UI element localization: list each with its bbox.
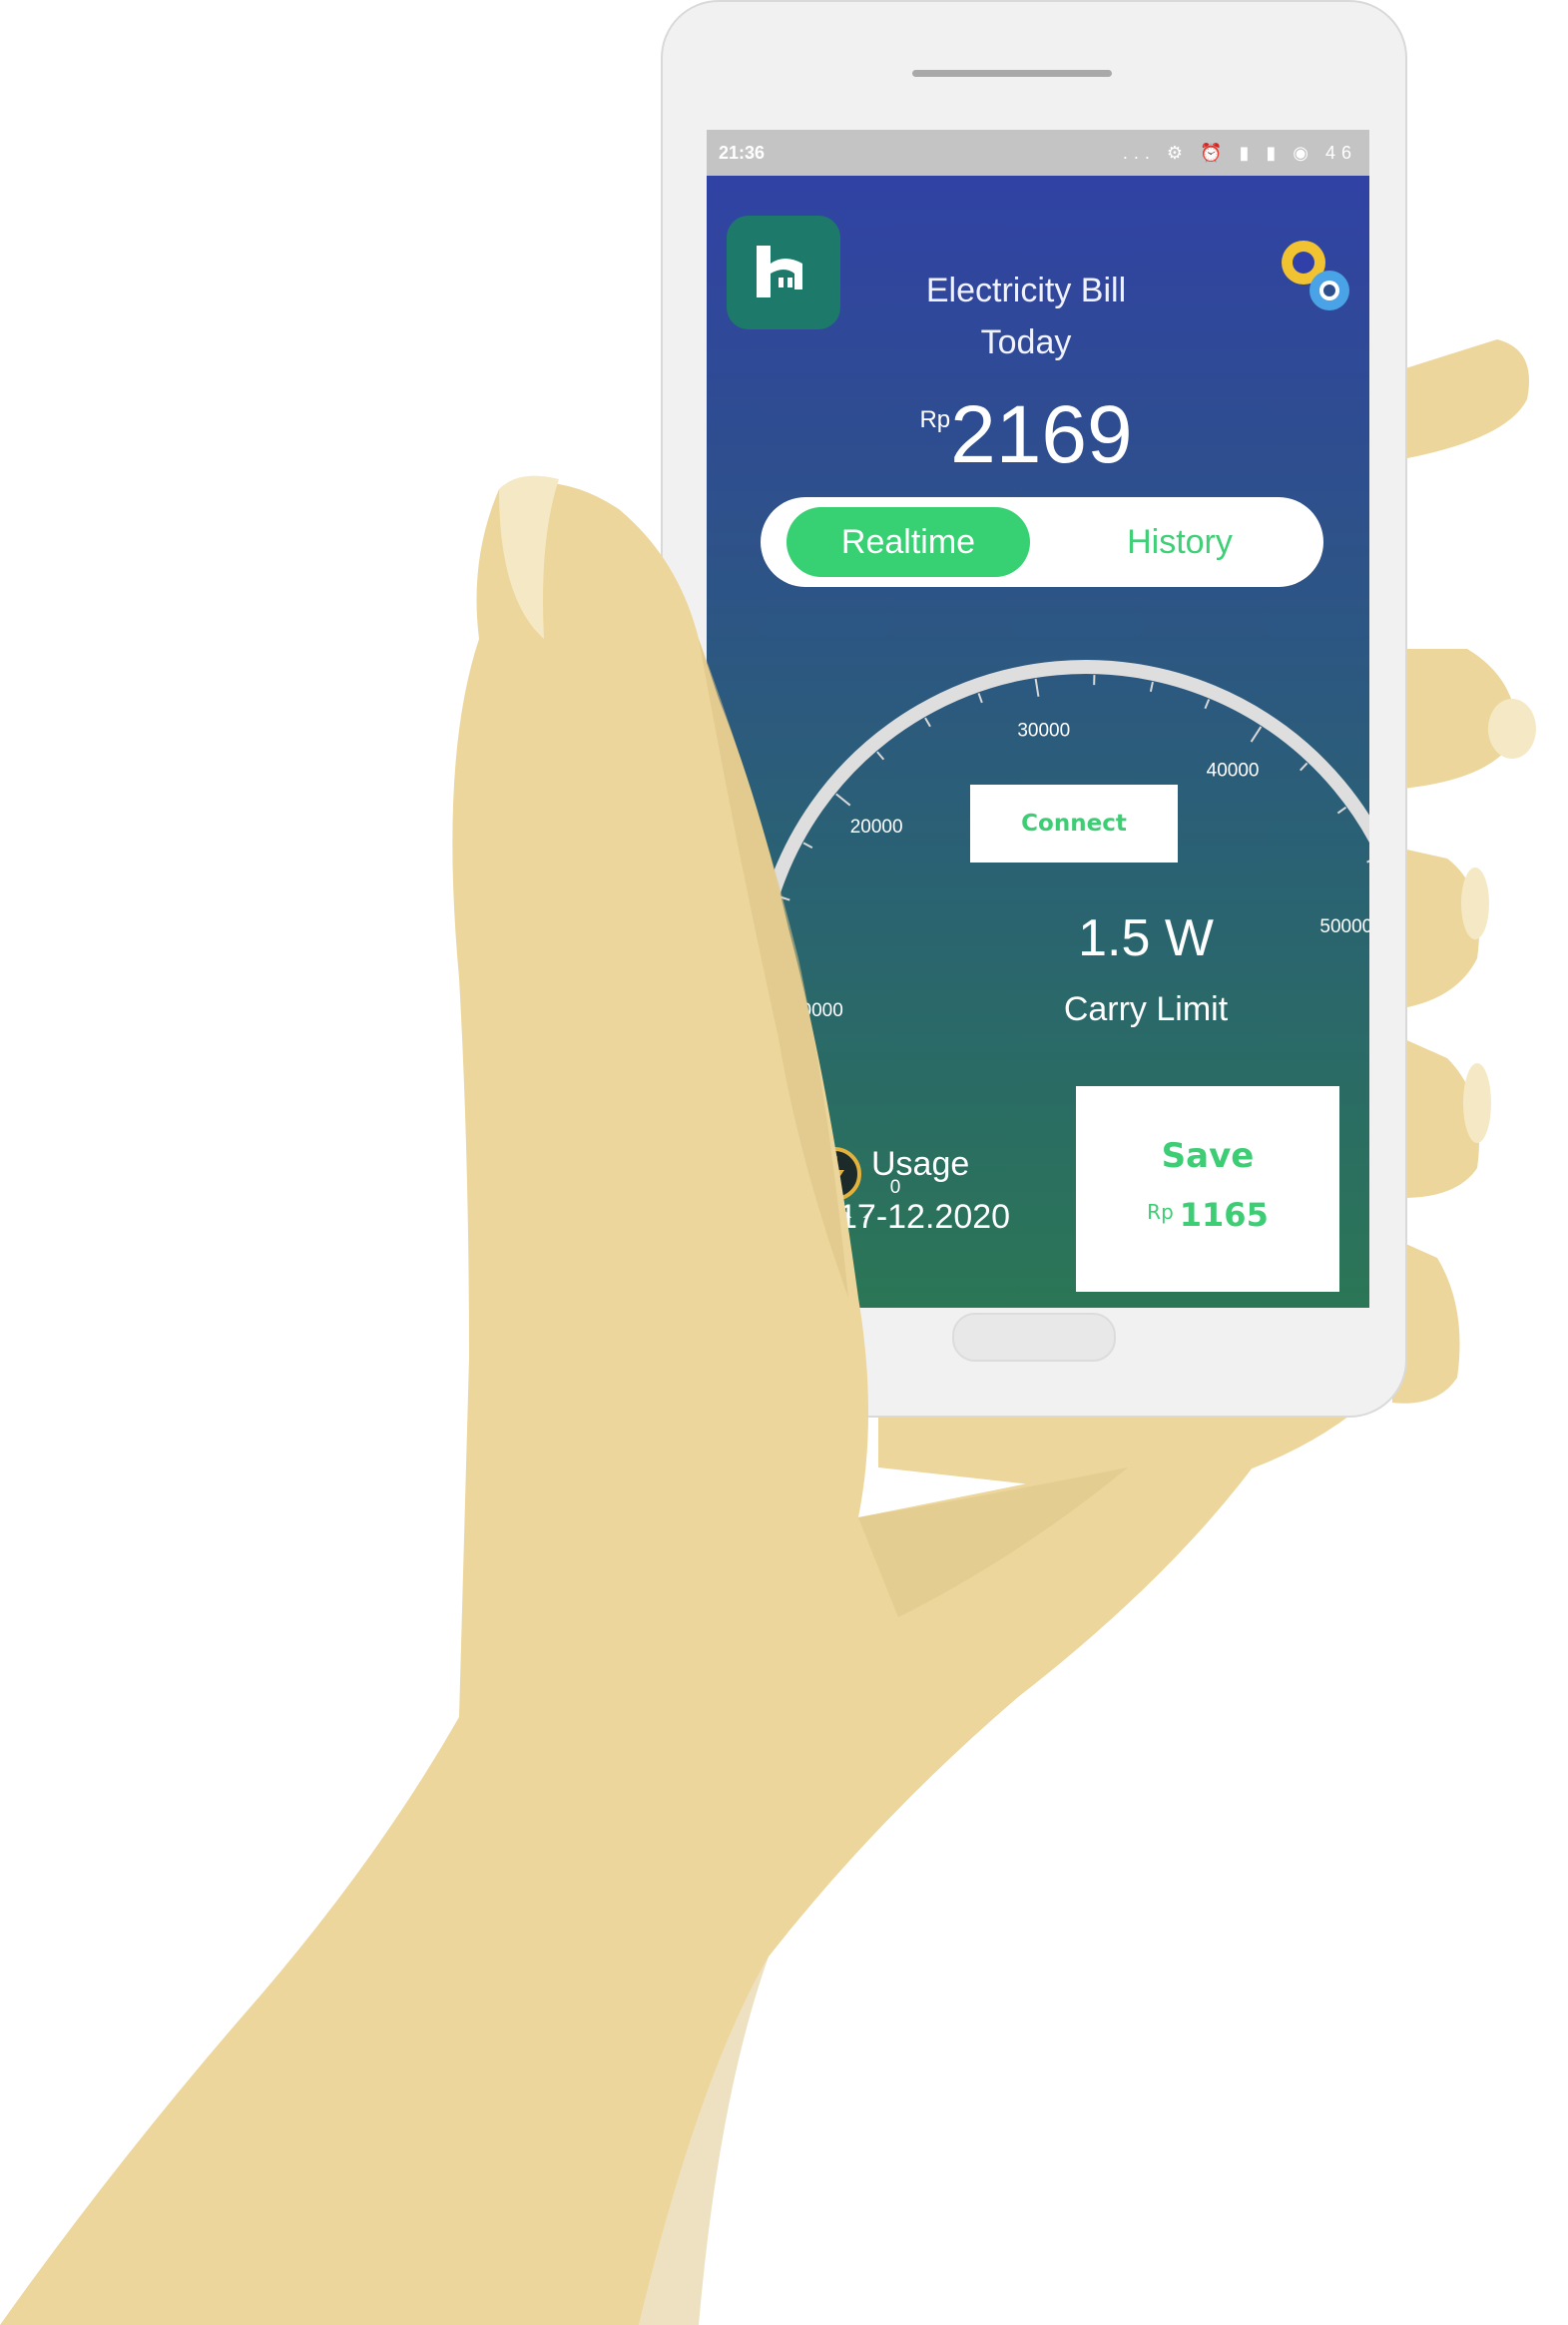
app-logo[interactable] (727, 216, 840, 329)
power-value: 1.5 W (1078, 909, 1214, 967)
gears-icon[interactable] (1266, 225, 1365, 324)
phone-speaker (912, 70, 1112, 77)
usage-date: 17-12.2020 (838, 1198, 1011, 1236)
status-time: 21:36 (719, 142, 766, 163)
gauge-tick-mark (1366, 860, 1369, 864)
save-amount: Rp 1165 (1076, 1196, 1339, 1234)
gauge-tick-mark (1336, 806, 1347, 815)
gauge-tick-mark (767, 952, 778, 957)
status-icons: ... ⚙ ⏰ ▮ ▮ ◉ 46 (1122, 142, 1357, 163)
gauge-tick-mark (835, 793, 851, 807)
carry-limit-label: Carry Limit (1063, 990, 1229, 1028)
gauge-tick-mark (791, 1121, 802, 1128)
save-value: 1165 (1179, 1196, 1269, 1234)
home-plug-icon (757, 246, 802, 297)
gauge-tick-label-20000: 20000 (850, 817, 903, 838)
save-card[interactable]: Save Rp 1165 (1076, 1086, 1339, 1292)
bill-amount: Rp2169 (856, 394, 1196, 476)
view-toggle: Realtime History (761, 497, 1323, 587)
bill-title: Electricity Bill (925, 272, 1127, 309)
bill-value: 2169 (950, 389, 1133, 480)
gauge-tick-mark (1149, 681, 1154, 693)
gauge-tick-mark (1250, 726, 1263, 743)
save-label: Save (1161, 1136, 1255, 1176)
gauge-tick-mark (1204, 699, 1211, 710)
bill-currency: Rp (919, 406, 951, 433)
home-button[interactable] (952, 1313, 1116, 1362)
bill-subtitle: Today (980, 323, 1072, 361)
gauge-tick-mark (780, 895, 790, 901)
tab-realtime[interactable]: Realtime (786, 507, 1030, 577)
gauge-tick-label-40000: 40000 (1207, 761, 1260, 782)
gauge-tick-mark (977, 693, 983, 704)
gauge-tick-mark (765, 1010, 784, 1014)
tab-history[interactable]: History (1060, 507, 1300, 577)
gauge-tick-mark (924, 717, 931, 728)
status-bar: 21:36 ... ⚙ ⏰ ▮ ▮ ◉ 46 (707, 130, 1369, 176)
gauge-tick-mark (1300, 762, 1308, 772)
gauge-tick-label-50000: 50000 (1319, 916, 1369, 937)
gauge-tick-label-10000: 10000 (790, 1000, 843, 1021)
save-currency: Rp (1147, 1200, 1174, 1224)
lightning-icon (807, 1147, 861, 1201)
phone-in-hand-illustration: 21:36 ... ⚙ ⏰ ▮ ▮ ◉ 46 Electricity Bill … (0, 0, 1568, 2325)
gauge-tick-mark (876, 751, 885, 761)
app-screen: 21:36 ... ⚙ ⏰ ▮ ▮ ◉ 46 Electricity Bill … (707, 130, 1369, 1308)
connect-button[interactable]: Connect (970, 785, 1178, 863)
usage-label: Usage (871, 1145, 970, 1183)
gauge-tick-mark (1034, 678, 1040, 697)
smartphone: 21:36 ... ⚙ ⏰ ▮ ▮ ◉ 46 Electricity Bill … (661, 0, 1407, 1418)
gauge-tick-mark (802, 842, 813, 850)
gauge-tick-label-30000: 30000 (1017, 720, 1070, 741)
gauge-tick-mark (773, 1067, 784, 1073)
